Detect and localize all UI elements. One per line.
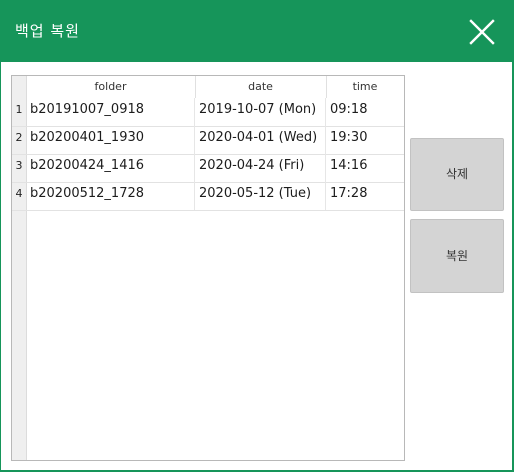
row-number: 4 <box>15 187 23 200</box>
column-header-time[interactable]: time <box>326 76 404 98</box>
cell-date[interactable]: 2019-10-07 (Mon) <box>195 98 326 126</box>
delete-button[interactable]: 삭제 <box>410 138 504 211</box>
table-row[interactable]: 3 b20200424_1416 2020-04-24 (Fri) 14:16 <box>12 154 404 183</box>
close-icon[interactable] <box>466 16 498 48</box>
table-row[interactable]: 4 b20200512_1728 2020-05-12 (Tue) 17:28 <box>12 182 404 211</box>
row-number: 2 <box>15 131 23 144</box>
cell-date[interactable]: 2020-05-12 (Tue) <box>195 182 326 210</box>
cell-date[interactable]: 2020-04-01 (Wed) <box>195 126 326 154</box>
column-header-folder[interactable]: folder <box>26 76 196 98</box>
restore-button[interactable]: 복원 <box>410 219 504 293</box>
dialog-content: folder date time 1 b20191007_0918 2019-1… <box>1 62 512 470</box>
backup-table: folder date time 1 b20191007_0918 2019-1… <box>11 75 405 461</box>
window-title: 백업 복원 <box>15 22 80 40</box>
cell-folder[interactable]: b20200512_1728 <box>26 182 195 210</box>
table-row[interactable]: 1 b20191007_0918 2019-10-07 (Mon) 09:18 <box>12 98 404 127</box>
cell-date[interactable]: 2020-04-24 (Fri) <box>195 154 326 182</box>
cell-folder[interactable]: b20200401_1930 <box>26 126 195 154</box>
column-header-date[interactable]: date <box>195 76 327 98</box>
cell-time[interactable]: 14:16 <box>326 154 404 182</box>
table-row[interactable]: 2 b20200401_1930 2020-04-01 (Wed) 19:30 <box>12 126 404 155</box>
row-number: 3 <box>15 159 23 172</box>
row-number: 1 <box>15 103 23 116</box>
title-bar: 백업 복원 <box>0 0 514 62</box>
cell-time[interactable]: 19:30 <box>326 126 404 154</box>
cell-folder[interactable]: b20191007_0918 <box>26 98 195 126</box>
cell-folder[interactable]: b20200424_1416 <box>26 154 195 182</box>
cell-time[interactable]: 17:28 <box>326 182 404 210</box>
cell-time[interactable]: 09:18 <box>326 98 404 126</box>
